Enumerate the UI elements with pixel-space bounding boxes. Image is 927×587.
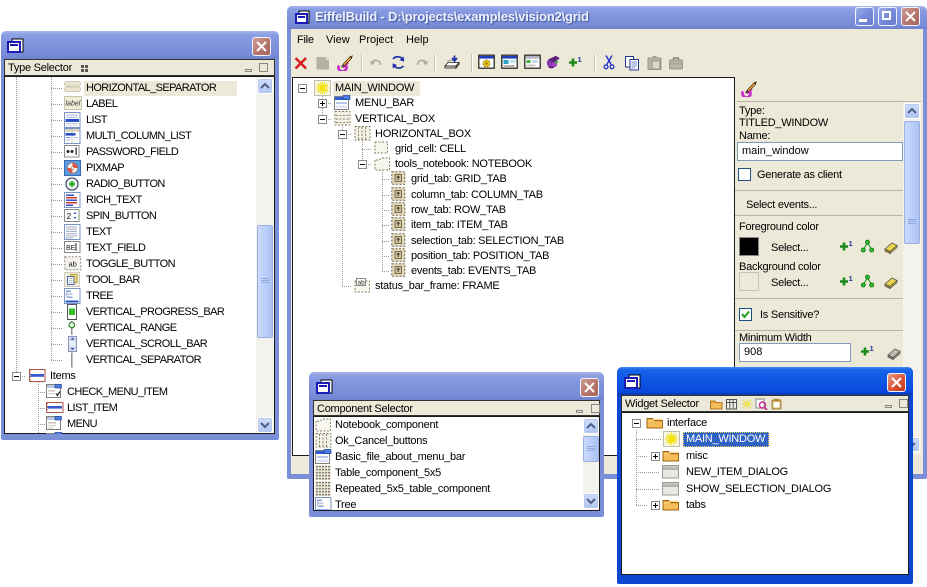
svg-text:1: 1 [578, 56, 582, 64]
svg-text:ab: ab [69, 259, 77, 268]
svg-text:ab: ab [358, 279, 366, 286]
svg-text:BE: BE [66, 245, 76, 252]
svg-text:1: 1 [849, 240, 853, 248]
svg-text:1: 1 [870, 345, 874, 353]
svg-text:1: 1 [849, 275, 853, 283]
svg-text:label: label [66, 101, 81, 108]
svg-text:2: 2 [67, 211, 72, 221]
